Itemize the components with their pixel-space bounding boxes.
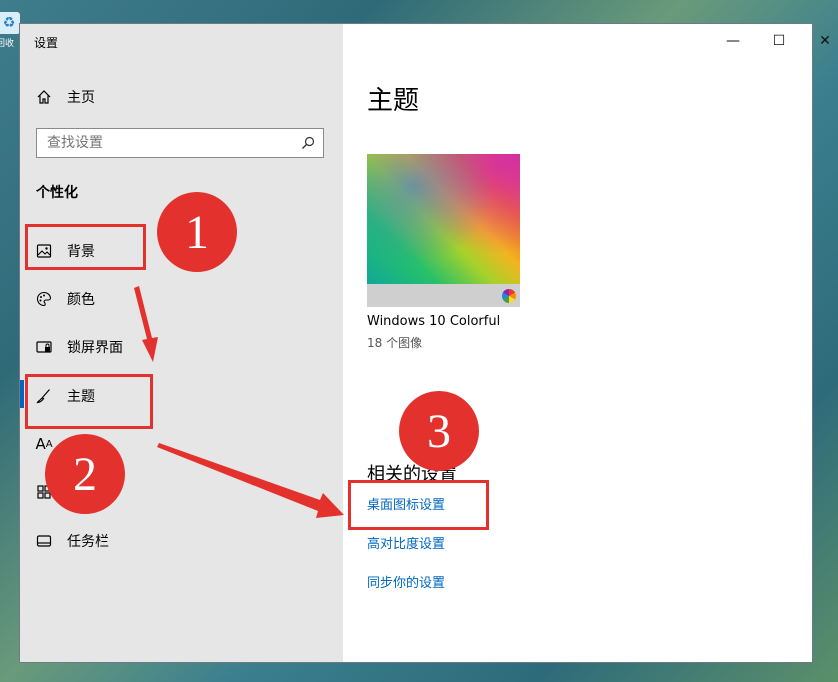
step-badge-2: 2 — [45, 434, 125, 514]
annotation-arrows — [134, 286, 344, 518]
arrow-down — [134, 286, 158, 362]
arrow-right — [157, 443, 344, 518]
step-badge-1: 1 — [157, 192, 237, 272]
step-badge-3: 3 — [399, 391, 479, 471]
